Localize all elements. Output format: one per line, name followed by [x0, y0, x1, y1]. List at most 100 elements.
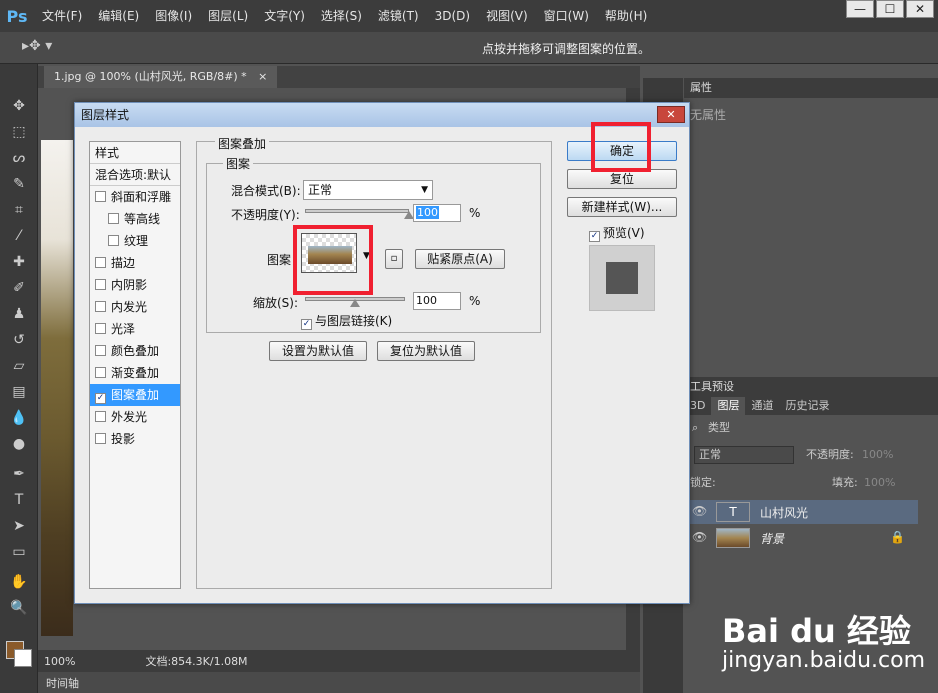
- tab-layers[interactable]: 图层: [711, 397, 746, 415]
- layer-name[interactable]: 背景: [760, 530, 784, 547]
- visibility-eye-icon[interactable]: 👁: [692, 530, 707, 544]
- scale-input[interactable]: 100: [413, 292, 461, 310]
- crop-tool-icon[interactable]: ⌗: [8, 200, 30, 220]
- checkbox[interactable]: [95, 345, 106, 356]
- style-item-contour[interactable]: 等高线: [90, 208, 180, 230]
- snap-origin-button[interactable]: 贴紧原点(A): [415, 249, 505, 269]
- link-with-layer-checkbox[interactable]: ✓ 与图层链接(K): [301, 312, 392, 330]
- scale-slider-thumb[interactable]: [350, 299, 360, 307]
- maximize-button[interactable]: ☐: [876, 0, 904, 18]
- pen-tool-icon[interactable]: ✒: [8, 464, 30, 484]
- checkbox[interactable]: [108, 235, 119, 246]
- style-item-gradient-overlay[interactable]: 渐变叠加: [90, 362, 180, 384]
- reset-button[interactable]: 复位: [567, 169, 677, 189]
- checkbox[interactable]: [95, 433, 106, 444]
- healing-tool-icon[interactable]: ✚: [8, 252, 30, 272]
- background-color-swatch[interactable]: [14, 649, 32, 667]
- style-item-drop-shadow[interactable]: 投影: [90, 428, 180, 450]
- layer-blend-mode[interactable]: 正常: [694, 446, 794, 464]
- type-tool-icon[interactable]: T: [8, 490, 30, 510]
- properties-title[interactable]: 属性: [684, 78, 938, 98]
- menu-layer[interactable]: 图层(L): [200, 0, 256, 32]
- checkbox-checked[interactable]: ✓: [589, 231, 600, 242]
- style-item-satin[interactable]: 光泽: [90, 318, 180, 340]
- menu-window[interactable]: 窗口(W): [536, 0, 597, 32]
- lasso-tool-icon[interactable]: ᔕ: [8, 148, 30, 168]
- menu-edit[interactable]: 编辑(E): [90, 0, 147, 32]
- zoom-level[interactable]: 100%: [44, 655, 75, 668]
- menu-3d[interactable]: 3D(D): [427, 0, 478, 32]
- checkbox[interactable]: [95, 191, 106, 202]
- dialog-close-button[interactable]: ✕: [657, 106, 685, 123]
- checkbox[interactable]: [95, 411, 106, 422]
- blur-tool-icon[interactable]: 💧: [8, 408, 30, 428]
- tab-close-icon[interactable]: ×: [258, 70, 267, 83]
- move-tool-icon[interactable]: ▸✥ ▾: [22, 38, 52, 54]
- style-item-color-overlay[interactable]: 颜色叠加: [90, 340, 180, 362]
- lock-label: 锁定:: [690, 476, 716, 489]
- shape-tool-icon[interactable]: ▭: [8, 542, 30, 562]
- menu-filter[interactable]: 滤镜(T): [370, 0, 427, 32]
- layer-filter-type[interactable]: 类型: [708, 416, 730, 440]
- style-item-texture[interactable]: 纹理: [90, 230, 180, 252]
- menu-image[interactable]: 图像(I): [147, 0, 200, 32]
- checkbox[interactable]: [108, 213, 119, 224]
- checkbox[interactable]: [95, 367, 106, 378]
- brush-tool-icon[interactable]: ✐: [8, 278, 30, 298]
- hand-tool-icon[interactable]: ✋: [8, 572, 30, 592]
- path-select-icon[interactable]: ➤: [8, 516, 30, 536]
- style-item-inner-shadow[interactable]: 内阴影: [90, 274, 180, 296]
- preview-checkbox[interactable]: ✓ 预览(V): [589, 224, 645, 242]
- checkbox-checked[interactable]: ✓: [95, 393, 106, 404]
- style-item-bevel[interactable]: 斜面和浮雕: [90, 186, 180, 208]
- checkbox[interactable]: [95, 323, 106, 334]
- menu-help[interactable]: 帮助(H): [597, 0, 655, 32]
- layer-name[interactable]: 山村风光: [760, 504, 808, 521]
- close-button[interactable]: ✕: [906, 0, 934, 18]
- reset-default-button[interactable]: 复位为默认值: [377, 341, 475, 361]
- minimize-button[interactable]: —: [846, 0, 874, 18]
- opacity-slider[interactable]: [305, 209, 409, 213]
- checkbox-checked[interactable]: ✓: [301, 319, 312, 330]
- new-style-button[interactable]: 新建样式(W)...: [567, 197, 677, 217]
- layer-opacity-value[interactable]: 100%: [862, 443, 893, 467]
- fill-value[interactable]: 100%: [864, 471, 895, 495]
- zoom-tool-icon[interactable]: 🔍: [8, 598, 30, 618]
- style-item-inner-glow[interactable]: 内发光: [90, 296, 180, 318]
- quick-select-tool-icon[interactable]: ✎: [8, 174, 30, 194]
- styles-header[interactable]: 样式: [90, 142, 180, 164]
- blend-options-item[interactable]: 混合选项:默认: [90, 164, 180, 186]
- menu-file[interactable]: 文件(F): [34, 0, 90, 32]
- marquee-tool-icon[interactable]: ⬚: [8, 122, 30, 142]
- checkbox[interactable]: [95, 279, 106, 290]
- layer-row[interactable]: 👁 T 山村风光: [684, 500, 918, 524]
- new-preset-icon[interactable]: ▫: [385, 249, 403, 269]
- gradient-tool-icon[interactable]: ▤: [8, 382, 30, 402]
- scale-label: 缩放(S):: [253, 296, 299, 310]
- eyedropper-tool-icon[interactable]: ⁄: [8, 226, 30, 246]
- history-brush-icon[interactable]: ↺: [8, 330, 30, 350]
- move-tool-icon[interactable]: ✥: [8, 96, 30, 116]
- menu-type[interactable]: 文字(Y): [256, 0, 313, 32]
- menu-select[interactable]: 选择(S): [313, 0, 370, 32]
- checkbox[interactable]: [95, 257, 106, 268]
- tool-presets-title[interactable]: 工具预设: [684, 377, 938, 397]
- style-item-outer-glow[interactable]: 外发光: [90, 406, 180, 428]
- set-default-button[interactable]: 设置为默认值: [269, 341, 367, 361]
- tab-history[interactable]: 历史记录: [779, 397, 835, 415]
- style-item-stroke[interactable]: 描边: [90, 252, 180, 274]
- dialog-title: 图层样式: [81, 108, 130, 122]
- style-item-pattern-overlay[interactable]: ✓ 图案叠加: [90, 384, 180, 406]
- menu-view[interactable]: 视图(V): [478, 0, 536, 32]
- timeline-label[interactable]: 时间轴: [46, 675, 79, 691]
- layer-row[interactable]: 👁 背景 🔒: [684, 526, 918, 550]
- stamp-tool-icon[interactable]: ♟: [8, 304, 30, 324]
- checkbox[interactable]: [95, 301, 106, 312]
- eraser-tool-icon[interactable]: ▱: [8, 356, 30, 376]
- opacity-input[interactable]: 100: [413, 204, 461, 222]
- visibility-eye-icon[interactable]: 👁: [692, 504, 707, 518]
- blend-mode-select[interactable]: 正常 ▼: [303, 180, 433, 200]
- dodge-tool-icon[interactable]: ●: [8, 434, 30, 454]
- document-tab[interactable]: 1.jpg @ 100% (山村风光, RGB/8#) * ×: [44, 66, 278, 88]
- tab-channels[interactable]: 通道: [745, 397, 779, 415]
